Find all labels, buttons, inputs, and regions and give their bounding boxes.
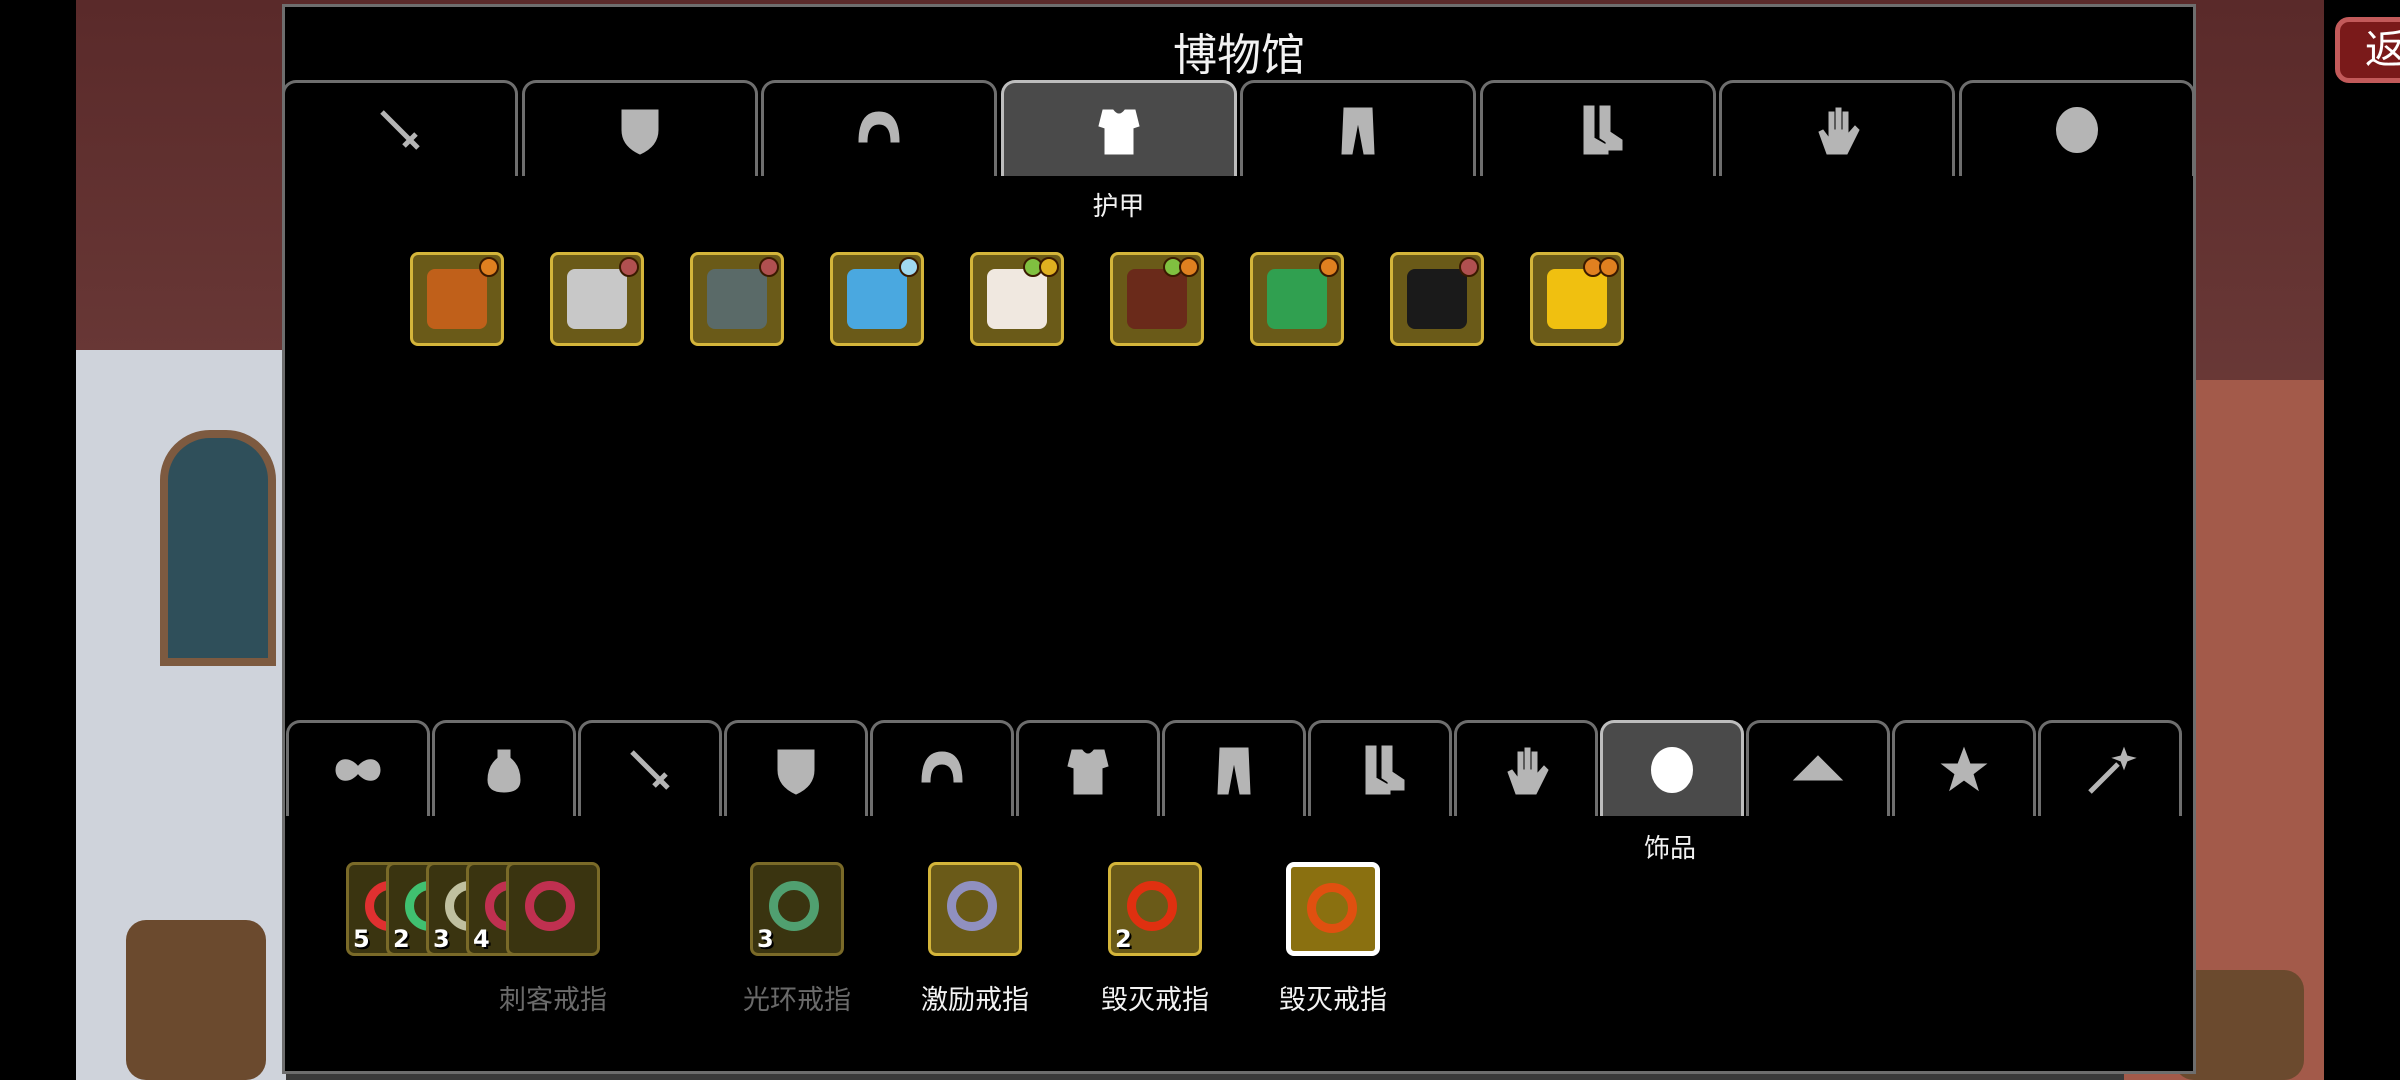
wand-icon bbox=[2088, 746, 2137, 794]
armor-icon bbox=[707, 269, 767, 329]
arched-window bbox=[160, 430, 276, 666]
ring-item-slot[interactable]: 2 bbox=[1108, 862, 1202, 956]
bottom-tab-hat[interactable] bbox=[1746, 720, 1890, 816]
armor-item-slot[interactable] bbox=[690, 252, 784, 346]
back-button[interactable]: 返回 bbox=[2335, 17, 2400, 83]
shield-icon bbox=[777, 749, 815, 795]
armor-item-slot[interactable] bbox=[830, 252, 924, 346]
gem-icon bbox=[1039, 257, 1059, 277]
page-title: 博物馆 bbox=[1173, 30, 1305, 81]
armor-icon bbox=[1407, 269, 1467, 329]
armor-icon bbox=[1067, 749, 1109, 794]
ring-name-label: 激励戒指 bbox=[921, 985, 1029, 1016]
top-tab-armor[interactable] bbox=[1000, 80, 1237, 176]
glove-icon bbox=[1818, 107, 1860, 154]
armor-icon bbox=[847, 269, 907, 329]
infinity-icon bbox=[335, 758, 381, 781]
glove-icon bbox=[1507, 747, 1549, 794]
gem-icon bbox=[899, 257, 919, 277]
top-tab-ring[interactable] bbox=[1958, 80, 2195, 176]
top-tab-shield[interactable] bbox=[521, 80, 758, 176]
ring-item-slot[interactable] bbox=[506, 862, 600, 956]
gem-icon bbox=[1459, 257, 1479, 277]
armor-item-slot[interactable] bbox=[410, 252, 504, 346]
bottom-tab-armor[interactable] bbox=[1016, 720, 1160, 816]
sword-icon bbox=[380, 109, 420, 150]
top-tab-helmet[interactable] bbox=[761, 80, 997, 176]
stack-count: 3 bbox=[433, 925, 450, 953]
ring-name-label: 毁灭戒指 bbox=[1279, 985, 1387, 1016]
armor-icon bbox=[1127, 269, 1187, 329]
bottom-tab-infinity[interactable] bbox=[286, 720, 430, 816]
armor-item-slot[interactable] bbox=[970, 252, 1064, 346]
ring-icon bbox=[1651, 746, 1693, 793]
star-icon bbox=[1940, 746, 1988, 791]
armor-icon bbox=[1097, 109, 1140, 154]
top-tab-boots[interactable] bbox=[1479, 80, 1716, 176]
ring-icon bbox=[1307, 883, 1357, 933]
stack-count: 4 bbox=[473, 925, 490, 953]
stack-count: 2 bbox=[1115, 925, 1132, 953]
armor-item-slot[interactable] bbox=[1250, 252, 1344, 346]
ring-icon bbox=[947, 881, 997, 931]
bottom-tab-boots[interactable] bbox=[1308, 720, 1452, 816]
armor-item-slot[interactable] bbox=[1530, 252, 1624, 346]
pants-icon bbox=[1341, 107, 1375, 154]
bottom-tab-helmet[interactable] bbox=[870, 720, 1014, 816]
helmet-icon bbox=[921, 750, 963, 782]
stack-count: 2 bbox=[393, 925, 410, 953]
boots-icon bbox=[1583, 105, 1622, 154]
ring-icon bbox=[1127, 881, 1177, 931]
top-tab-caption: 护甲 bbox=[1092, 192, 1145, 222]
bottom-tab-pants[interactable] bbox=[1162, 720, 1306, 816]
stack-count: 5 bbox=[353, 925, 370, 953]
bottom-tab-ring[interactable] bbox=[1600, 720, 1744, 816]
armor-icon bbox=[427, 269, 487, 329]
hat-icon bbox=[1792, 754, 1844, 780]
boots-icon bbox=[1365, 745, 1405, 794]
bottom-tab-star[interactable] bbox=[1892, 720, 2036, 816]
armor-icon bbox=[987, 269, 1047, 329]
gem-icon bbox=[479, 257, 499, 277]
armor-item-slot[interactable] bbox=[550, 252, 644, 346]
bottom-tab-caption: 饰品 bbox=[1644, 834, 1697, 864]
helmet-icon bbox=[858, 110, 900, 142]
bottom-tab-wand[interactable] bbox=[2038, 720, 2182, 816]
bottom-tab-shield[interactable] bbox=[724, 720, 868, 816]
gem-icon bbox=[759, 257, 779, 277]
ring-name-label: 刺客戒指 bbox=[499, 985, 607, 1016]
ring-item-slot[interactable] bbox=[1286, 862, 1380, 956]
ring-item-slot[interactable]: 3 bbox=[750, 862, 844, 956]
shield-icon bbox=[621, 109, 658, 155]
ring-icon bbox=[2055, 106, 2098, 153]
ring-name-label: 光环戒指 bbox=[743, 985, 851, 1016]
gem-icon bbox=[1179, 257, 1199, 277]
top-tab-pants[interactable] bbox=[1240, 80, 1476, 176]
ring-icon bbox=[525, 881, 575, 931]
ring-item-slot[interactable] bbox=[928, 862, 1022, 956]
pants-icon bbox=[1217, 747, 1251, 794]
gem-icon bbox=[619, 257, 639, 277]
armor-icon bbox=[1267, 269, 1327, 329]
potion-icon bbox=[487, 749, 521, 793]
armor-item-slot[interactable] bbox=[1110, 252, 1204, 346]
ring-name-label: 毁灭戒指 bbox=[1101, 985, 1209, 1016]
top-tab-sword[interactable] bbox=[282, 80, 518, 176]
bottom-tab-potion[interactable] bbox=[432, 720, 576, 816]
gem-icon bbox=[1599, 257, 1619, 277]
armor-item-slot[interactable] bbox=[1390, 252, 1484, 346]
armor-icon bbox=[567, 269, 627, 329]
sword-icon bbox=[630, 749, 670, 790]
bottom-tab-glove[interactable] bbox=[1454, 720, 1598, 816]
bottom-tab-sword[interactable] bbox=[578, 720, 722, 816]
gem-icon bbox=[1319, 257, 1339, 277]
top-tab-glove[interactable] bbox=[1719, 80, 1955, 176]
ring-icon bbox=[769, 881, 819, 931]
stack-count: 3 bbox=[757, 925, 774, 953]
armor-icon bbox=[1547, 269, 1607, 329]
barrel-left bbox=[126, 920, 266, 1080]
